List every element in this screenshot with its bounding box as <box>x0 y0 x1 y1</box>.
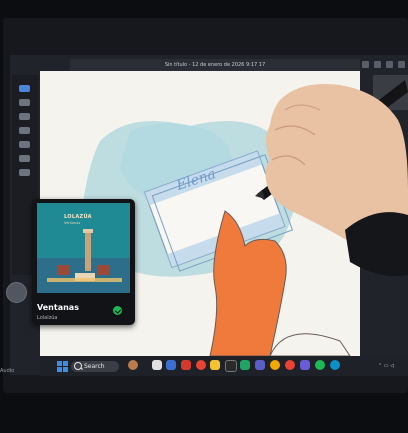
taskbar-app-icon[interactable] <box>225 360 237 372</box>
taskbar-app-icon[interactable] <box>255 360 265 370</box>
search-icon <box>74 362 82 370</box>
spotify-icon[interactable] <box>315 360 325 370</box>
taskbar-app-icon[interactable] <box>181 360 191 370</box>
taskbar-app-icon[interactable] <box>196 360 206 370</box>
check-icon[interactable] <box>113 306 122 315</box>
album-subtitle: Ventanas <box>64 221 81 225</box>
taskbar-app-icon[interactable] <box>128 360 138 370</box>
taskbar-app-icon[interactable] <box>285 360 295 370</box>
taskbar-app-icon[interactable] <box>270 360 280 370</box>
windows-start-icon[interactable] <box>57 361 68 372</box>
taskbar-app-icon[interactable] <box>300 360 310 370</box>
taskbar-app-icon[interactable] <box>166 360 176 370</box>
track-artist: Lolalzúa <box>37 315 58 321</box>
photo-scene: Sin título - 12 de enero de 2026 9:17 17 <box>0 0 408 433</box>
taskbar-app-icon[interactable] <box>330 360 340 370</box>
taskbar-search-placeholder: Search <box>84 363 105 370</box>
side-label: Audio <box>0 368 15 374</box>
file-explorer-icon[interactable] <box>210 360 220 370</box>
album-title: LOLAZÚA <box>64 214 92 220</box>
taskbar-app-icon[interactable] <box>240 360 250 370</box>
track-title: Ventanas <box>37 303 79 312</box>
system-tray[interactable]: ⌃ ▭ ◁ <box>378 363 394 369</box>
taskbar-app-icon[interactable] <box>152 360 162 370</box>
